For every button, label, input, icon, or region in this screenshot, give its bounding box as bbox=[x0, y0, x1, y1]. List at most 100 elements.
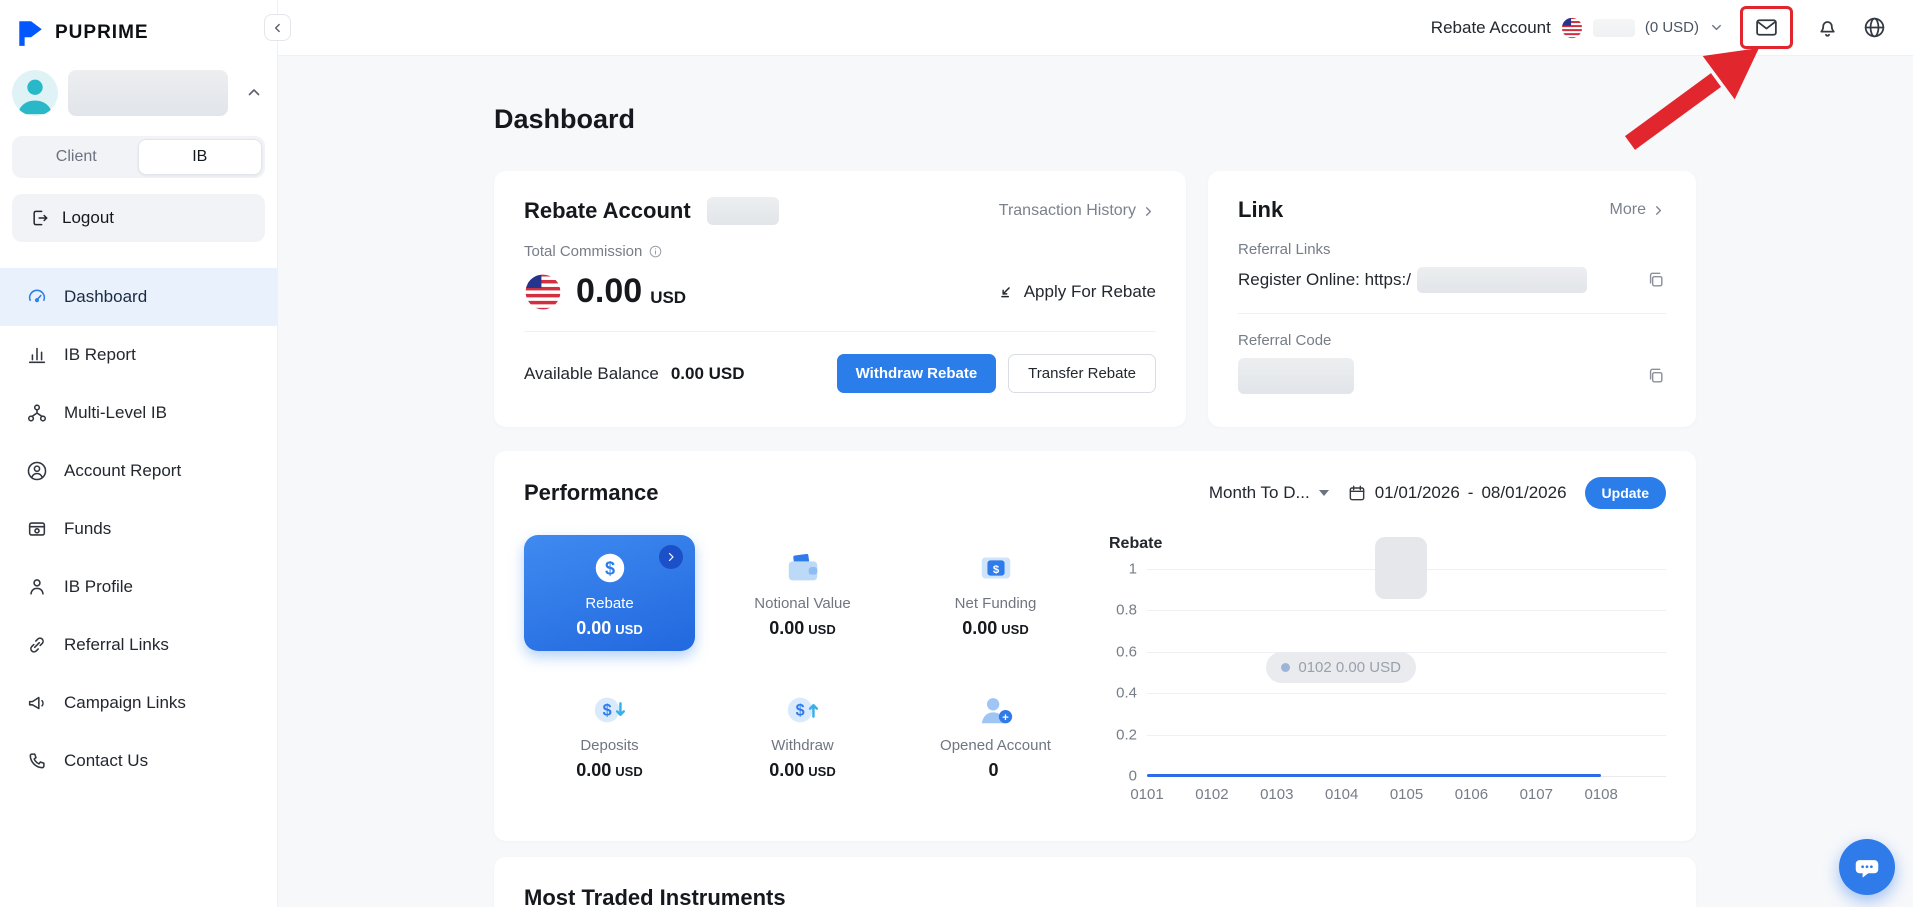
register-online-url: Register Online: https:/ bbox=[1238, 270, 1411, 289]
annotation-highlight-box bbox=[1740, 6, 1793, 49]
apply-for-rebate-link[interactable]: Apply For Rebate bbox=[996, 282, 1156, 302]
more-link[interactable]: More bbox=[1610, 201, 1666, 219]
chevron-down-icon bbox=[1712, 24, 1721, 31]
sidebar-nav: Dashboard IB Report Multi-Level IB Accou… bbox=[0, 268, 277, 790]
chat-bubble-icon bbox=[1855, 860, 1879, 878]
tooltip-text: 0102 0.00 USD bbox=[1298, 658, 1401, 676]
most-traded-title: Most Traded Instruments bbox=[524, 885, 786, 907]
bar-chart-icon bbox=[28, 347, 46, 364]
topbar: Rebate Account (0 USD) bbox=[278, 0, 1913, 56]
gridline bbox=[1147, 693, 1666, 695]
megaphone-icon bbox=[28, 696, 44, 710]
sidebar-collapse-button[interactable] bbox=[264, 14, 291, 41]
mail-button[interactable] bbox=[1754, 15, 1779, 40]
link-card-title: Link bbox=[1238, 197, 1284, 222]
tile-rebate[interactable]: $ Rebate 0.00 USD bbox=[524, 535, 695, 651]
chevron-right-icon bbox=[1656, 205, 1661, 215]
rebate-coin-icon: $ bbox=[595, 553, 624, 582]
notifications-button[interactable] bbox=[1815, 15, 1840, 40]
account-balance: (0 USD) bbox=[1644, 19, 1699, 36]
svg-text:$: $ bbox=[992, 563, 999, 575]
tile-arrow-badge bbox=[659, 545, 683, 569]
period-select[interactable]: Month To D... bbox=[1209, 483, 1329, 503]
sidebar-item-funds[interactable]: Funds bbox=[0, 500, 277, 558]
logout-icon bbox=[33, 210, 48, 226]
redacted-referral-url bbox=[1416, 267, 1587, 293]
tile-net-funding[interactable]: $ Net Funding 0.00 USD bbox=[910, 535, 1081, 651]
profile-section[interactable] bbox=[0, 58, 277, 116]
brand-logo-row: PUPRIME bbox=[0, 0, 277, 58]
performance-card: Performance Month To D... 01/01/2026 - 0… bbox=[494, 451, 1696, 841]
sidebar-item-multi-level-ib[interactable]: Multi-Level IB bbox=[0, 384, 277, 442]
logout-button[interactable]: Logout bbox=[12, 194, 265, 242]
referral-code-label: Referral Code bbox=[1238, 332, 1332, 349]
rebate-account-label: Rebate Account bbox=[1430, 17, 1551, 37]
svg-text:$: $ bbox=[602, 701, 611, 719]
copy-icon bbox=[1649, 368, 1663, 383]
sidebar-item-account-report[interactable]: Account Report bbox=[0, 442, 277, 500]
redacted-chart-blob bbox=[1375, 537, 1428, 599]
copy-referral-code-button[interactable] bbox=[1646, 366, 1666, 386]
sidebar-item-referral-links[interactable]: Referral Links bbox=[0, 616, 277, 674]
tile-notional-value[interactable]: Notional Value 0.00 USD bbox=[717, 535, 888, 651]
toggle-client[interactable]: Client bbox=[15, 139, 138, 175]
svg-text:+: + bbox=[1002, 711, 1009, 723]
sidebar-item-ib-profile[interactable]: IB Profile bbox=[0, 558, 277, 616]
chevron-right-icon bbox=[1146, 206, 1151, 216]
svg-text:$: $ bbox=[795, 701, 804, 719]
transfer-rebate-button[interactable]: Transfer Rebate bbox=[1008, 354, 1156, 393]
apply-arrow-icon bbox=[1000, 287, 1010, 298]
performance-tiles: $ Rebate 0.00 USD Notional Value 0.00 US… bbox=[524, 535, 1081, 808]
chat-button[interactable] bbox=[1839, 839, 1895, 895]
link-card: Link More Referral Links Register Online… bbox=[1208, 171, 1696, 427]
date-end: 08/01/2026 bbox=[1481, 483, 1567, 502]
sidebar-item-ib-report[interactable]: IB Report bbox=[0, 326, 277, 384]
chart-y-axis: 1 0.8 0.6 0.4 0.2 0 bbox=[1116, 560, 1137, 785]
brand-name: PUPRIME bbox=[55, 22, 149, 43]
language-button[interactable] bbox=[1862, 15, 1887, 40]
dollar-up-icon: $ bbox=[787, 697, 818, 722]
date-separator: - bbox=[1467, 483, 1474, 502]
copy-referral-link-button[interactable] bbox=[1646, 270, 1666, 290]
chart-series-line bbox=[1147, 774, 1602, 777]
update-button[interactable]: Update bbox=[1584, 477, 1666, 509]
chart-tooltip: 0102 0.00 USD bbox=[1266, 651, 1416, 683]
chevron-up-icon[interactable] bbox=[245, 84, 263, 102]
chevron-left-icon bbox=[274, 23, 280, 32]
chart-x-axis: 0101 0102 0103 0104 0105 0106 0107 0108 bbox=[1130, 786, 1618, 803]
info-icon[interactable] bbox=[648, 244, 663, 259]
sidebar-item-campaign-links[interactable]: Campaign Links bbox=[0, 674, 277, 732]
tile-opened-account[interactable]: + Opened Account 0 bbox=[910, 677, 1081, 793]
tile-withdraw[interactable]: $ Withdraw 0.00 USD bbox=[717, 677, 888, 793]
rebate-card-title: Rebate Account bbox=[524, 198, 691, 223]
redacted-user-name bbox=[68, 70, 228, 116]
summary-cards-row: Rebate Account Transaction History Total… bbox=[494, 171, 1696, 427]
transaction-history-link[interactable]: Transaction History bbox=[999, 202, 1156, 220]
sidebar-item-dashboard[interactable]: Dashboard bbox=[0, 268, 277, 326]
account-selector[interactable]: Rebate Account (0 USD) bbox=[1431, 17, 1724, 39]
redacted-referral-code bbox=[1238, 358, 1354, 394]
svg-text:$: $ bbox=[604, 558, 614, 578]
logout-label: Logout bbox=[62, 208, 114, 227]
rebate-chart: Rebate 1 0.8 0.6 0.4 0.2 0 0102 0.00 USD… bbox=[1109, 535, 1666, 808]
performance-title: Performance bbox=[524, 480, 659, 505]
sidebar-item-contact-us[interactable]: Contact Us bbox=[0, 732, 277, 790]
date-start: 01/01/2026 bbox=[1374, 483, 1460, 502]
date-range-picker[interactable]: 01/01/2026 - 08/01/2026 bbox=[1347, 483, 1567, 503]
funds-icon bbox=[28, 522, 46, 536]
gridline bbox=[1147, 734, 1666, 736]
mail-icon bbox=[1756, 19, 1777, 36]
person-icon bbox=[30, 579, 44, 595]
toggle-ib[interactable]: IB bbox=[137, 139, 262, 175]
person-plus-icon: + bbox=[981, 697, 1012, 723]
link-icon bbox=[30, 637, 44, 653]
tile-deposits[interactable]: $ Deposits 0.00 USD bbox=[524, 677, 695, 793]
rebate-account-card: Rebate Account Transaction History Total… bbox=[494, 171, 1186, 427]
account-type-toggle: Client IB bbox=[12, 136, 265, 178]
main-content: Dashboard Rebate Account Transaction His… bbox=[278, 56, 1913, 907]
total-commission-label: Total Commission bbox=[524, 243, 643, 260]
dashboard-icon bbox=[28, 289, 46, 303]
withdraw-rebate-button[interactable]: Withdraw Rebate bbox=[836, 354, 997, 393]
sidebar: PUPRIME Client IB Logout Dashboard IB Re… bbox=[0, 0, 291, 907]
most-traded-card: Most Traded Instruments bbox=[494, 857, 1696, 907]
